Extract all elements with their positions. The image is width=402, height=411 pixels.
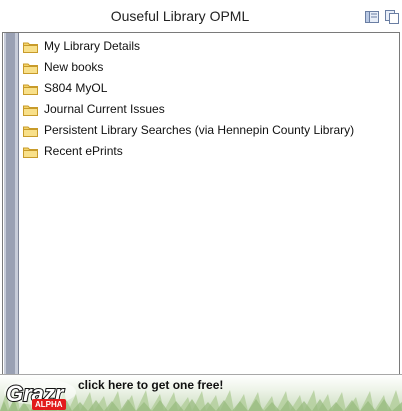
widget-title: Ouseful Library OPML <box>110 8 250 24</box>
folder-icon <box>23 126 38 137</box>
multi-pane-view-button[interactable] <box>384 9 400 25</box>
get-one-free-link[interactable]: click here to get one free! <box>78 378 223 392</box>
multi-pane-icon <box>385 10 399 24</box>
tree-item-persistent-library-searches[interactable]: Persistent Library Searches (via Hennepi… <box>20 120 400 141</box>
folder-icon <box>23 147 38 158</box>
folder-icon <box>23 63 38 74</box>
folder-icon <box>23 105 38 116</box>
tree-item-label: S804 MyOL <box>44 81 108 95</box>
tree-item-label: Persistent Library Searches (via Hennepi… <box>44 123 355 137</box>
opml-widget: Ouseful Library OPML My Library Details … <box>0 0 402 411</box>
footer-bar: Grazr ALPHA click here to get one free! <box>0 374 402 411</box>
tree-item-label: Recent ePrints <box>44 144 123 158</box>
single-pane-icon <box>365 11 379 23</box>
folder-icon <box>23 84 38 95</box>
grazr-logo[interactable]: Grazr ALPHA <box>2 377 78 411</box>
tree-item-journal-current-issues[interactable]: Journal Current Issues <box>20 99 400 120</box>
folder-icon <box>23 42 38 53</box>
outline-tree: My Library Details New books S804 MyOL J… <box>20 36 400 162</box>
tree-item-label: My Library Details <box>44 39 141 53</box>
title-bar: Ouseful Library OPML <box>0 0 402 32</box>
tree-item-my-library-details[interactable]: My Library Details <box>20 36 400 57</box>
alpha-badge: ALPHA <box>32 399 66 410</box>
tree-item-label: Journal Current Issues <box>44 102 165 116</box>
tree-item-recent-eprints[interactable]: Recent ePrints <box>20 141 400 162</box>
tree-item-new-books[interactable]: New books <box>20 57 400 78</box>
pane-resize-handle[interactable] <box>4 33 19 374</box>
single-pane-view-button[interactable] <box>364 9 380 25</box>
tree-item-s804-myol[interactable]: S804 MyOL <box>20 78 400 99</box>
tree-item-label: New books <box>44 60 104 74</box>
